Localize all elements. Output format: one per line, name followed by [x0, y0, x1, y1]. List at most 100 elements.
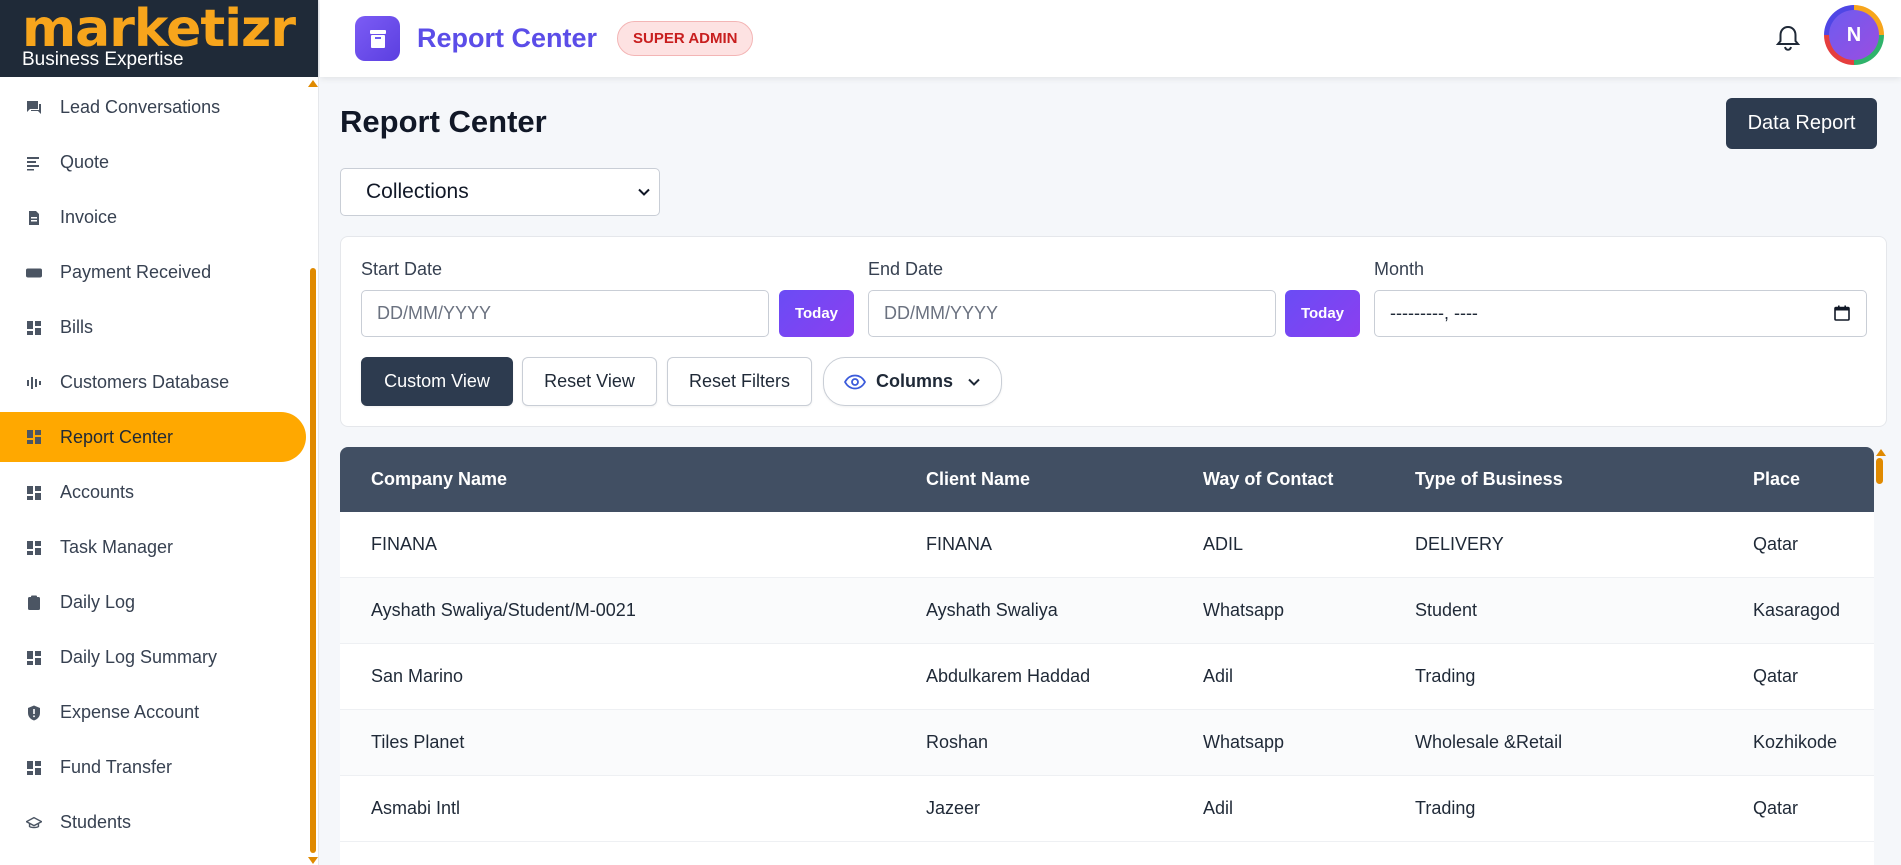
custom-view-button[interactable]: Custom View — [361, 357, 513, 406]
column-header-client-name[interactable]: Client Name — [926, 469, 1030, 490]
sidebar-item-task-manager[interactable]: Task Manager — [0, 520, 310, 575]
month-label: Month — [1374, 259, 1425, 279]
top-bar: Report Center SUPER ADMIN N — [320, 0, 1901, 77]
sidebar-item-report-center[interactable]: Report Center — [0, 412, 306, 462]
sidebar-item-label: Daily Log — [60, 592, 136, 612]
report-center-app-icon — [355, 16, 400, 61]
table-row[interactable]: FINANA FINANA ADIL DELIVERY Qatar — [340, 512, 1874, 578]
start-date-input[interactable]: DD/MM/YYYY — [361, 290, 769, 337]
table-header: Company Name Client Name Way of Contact … — [340, 447, 1874, 512]
grid-icon — [26, 320, 42, 336]
data-report-button[interactable]: Data Report — [1726, 98, 1877, 149]
grid-icon — [26, 760, 42, 776]
sidebar-item-bills[interactable]: Bills — [0, 300, 310, 355]
list-icon — [26, 155, 42, 171]
type-of-business-cell: DELIVERY — [1415, 534, 1504, 554]
columns-label: Columns — [875, 371, 953, 391]
scroll-up-arrow-icon[interactable] — [308, 80, 318, 87]
client-name-cell: Ayshath Swaliya — [926, 600, 1058, 620]
calendar-icon[interactable] — [1834, 305, 1850, 321]
column-header-way-of-contact[interactable]: Way of Contact — [1203, 469, 1333, 490]
sidebar-item-label: Accounts — [60, 482, 135, 502]
table-row[interactable]: Ayshath Swaliya/Student/M-0021 Ayshath S… — [340, 578, 1874, 644]
sidebar: marketizr Business Expertise Lead Conver… — [0, 0, 319, 865]
column-header-company-name[interactable]: Company Name — [371, 469, 507, 490]
sidebar-item-lead-conversations[interactable]: Lead Conversations — [0, 80, 310, 135]
grid-icon — [26, 650, 42, 666]
company-name-cell: Tiles Planet — [371, 732, 465, 752]
way-of-contact-cell: Whatsapp — [1203, 600, 1285, 620]
client-name-cell: Roshan — [926, 732, 989, 752]
report-table: Company Name Client Name Way of Contact … — [340, 447, 1874, 865]
table-row[interactable]: Asmabi Intl Jazeer Adil Trading Qatar — [340, 776, 1874, 842]
sidebar-item-accounts[interactable]: Accounts — [0, 465, 310, 520]
company-name-cell: Asmabi Intl — [371, 798, 461, 818]
end-date-input[interactable]: DD/MM/YYYY — [868, 290, 1276, 337]
sidebar-item-students[interactable]: Students — [0, 795, 310, 850]
table-scrollbar-thumb[interactable] — [1876, 458, 1883, 484]
sidebar-scrollbar-thumb[interactable] — [310, 268, 316, 853]
place-cell: Kasaragod — [1753, 600, 1841, 620]
month-input[interactable]: ---------, ---- — [1374, 290, 1867, 337]
bell-icon[interactable] — [1775, 24, 1801, 52]
table-body: FINANA FINANA ADIL DELIVERY Qatar Ayshat… — [340, 512, 1874, 842]
reset-view-button[interactable]: Reset View — [522, 357, 657, 406]
sidebar-item-daily-log-summary[interactable]: Daily Log Summary — [0, 630, 310, 685]
clipboard-icon — [26, 595, 42, 611]
way-of-contact-cell: Adil — [1203, 666, 1234, 686]
sidebar-item-label: Fund Transfer — [60, 757, 173, 777]
grid-icon — [26, 429, 42, 445]
sidebar-item-label: Quote — [60, 152, 110, 172]
shield-icon — [26, 705, 42, 721]
column-header-type-of-business[interactable]: Type of Business — [1415, 469, 1563, 490]
avatar[interactable]: N — [1824, 5, 1884, 65]
sidebar-item-customers-database[interactable]: Customers Database — [0, 355, 310, 410]
reset-filters-button[interactable]: Reset Filters — [667, 357, 812, 406]
sidebar-item-label: Task Manager — [60, 537, 174, 557]
bars-icon — [26, 375, 42, 391]
company-name-cell: Ayshath Swaliya/Student/M-0021 — [371, 600, 636, 620]
start-date-today-button[interactable]: Today — [779, 290, 854, 337]
sidebar-item-label: Students — [60, 812, 132, 832]
type-of-business-cell: Trading — [1415, 798, 1476, 818]
sidebar-item-payment-received[interactable]: Payment Received — [0, 245, 310, 300]
client-name-cell: Jazeer — [926, 798, 981, 818]
sidebar-item-label: Bills — [60, 317, 94, 337]
sidebar-item-fund-transfer[interactable]: Fund Transfer — [0, 740, 310, 795]
chevron-down-icon — [638, 188, 650, 196]
table-row[interactable]: San Marino Abdulkarem Haddad Adil Tradin… — [340, 644, 1874, 710]
place-cell: Qatar — [1753, 534, 1799, 554]
type-of-business-cell: Trading — [1415, 666, 1476, 686]
month-value: ---------, ---- — [1390, 303, 1478, 323]
sidebar-item-label: Payment Received — [60, 262, 212, 282]
role-badge: SUPER ADMIN — [617, 21, 754, 56]
sidebar-item-label: Daily Log Summary — [60, 647, 218, 667]
sidebar-item-daily-log[interactable]: Daily Log — [0, 575, 310, 630]
end-date-placeholder: DD/MM/YYYY — [884, 303, 999, 323]
page-title: Report Center — [340, 104, 547, 139]
sidebar-item-label: Lead Conversations — [60, 97, 221, 117]
place-cell: Kozhikode — [1753, 732, 1838, 752]
avatar-initial: N — [1829, 10, 1879, 60]
end-date-today-button[interactable]: Today — [1285, 290, 1360, 337]
eye-icon — [843, 374, 866, 389]
sidebar-item-label: Customers Database — [60, 372, 230, 392]
column-header-place[interactable]: Place — [1753, 469, 1800, 490]
type-of-business-cell: Student — [1415, 600, 1478, 620]
sidebar-item-quote[interactable]: Quote — [0, 135, 310, 190]
columns-button[interactable]: Columns — [823, 357, 1002, 406]
brand-name: marketizr — [22, 0, 296, 59]
client-name-cell: FINANA — [926, 534, 993, 554]
scroll-up-arrow-icon[interactable] — [1876, 449, 1886, 456]
brand-logo[interactable]: marketizr Business Expertise — [0, 0, 318, 77]
table-row[interactable]: Tiles Planet Roshan Whatsapp Wholesale &… — [340, 710, 1874, 776]
report-type-select[interactable]: Collections — [340, 168, 660, 216]
filter-panel: Start Date DD/MM/YYYY Today End Date DD/… — [340, 236, 1887, 427]
place-cell: Qatar — [1753, 798, 1799, 818]
sidebar-item-invoice[interactable]: Invoice — [0, 190, 310, 245]
graduation-cap-icon — [26, 815, 42, 831]
scroll-down-arrow-icon[interactable] — [308, 857, 318, 864]
start-date-placeholder: DD/MM/YYYY — [377, 303, 492, 323]
table-scrollbar[interactable] — [1874, 447, 1888, 865]
sidebar-item-expense-account[interactable]: Expense Account — [0, 685, 310, 740]
